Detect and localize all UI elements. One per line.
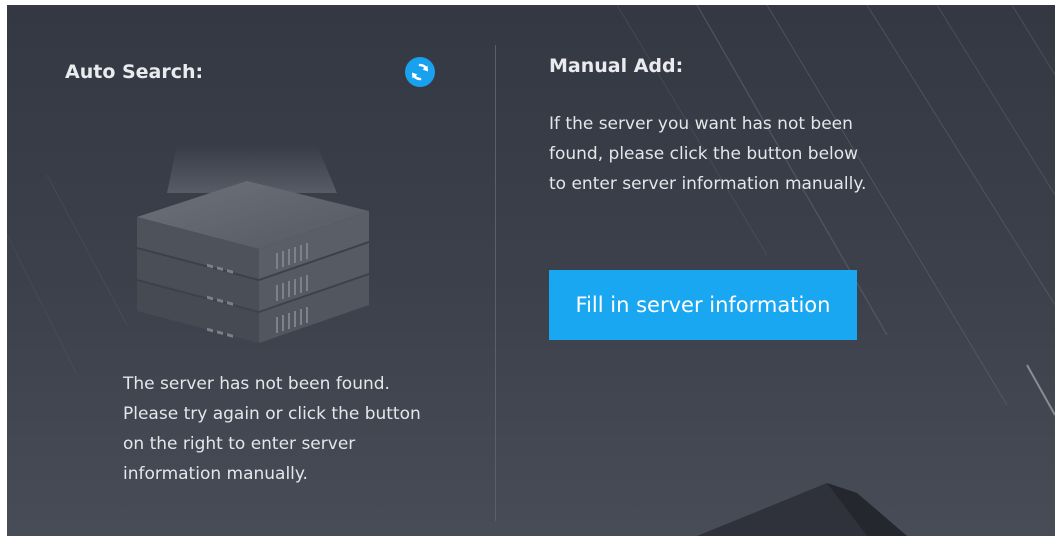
server-stack-icon bbox=[137, 145, 369, 343]
refresh-button[interactable] bbox=[405, 57, 435, 87]
server-search-dialog: Auto Search: The server has not been fou… bbox=[7, 5, 1055, 536]
auto-search-title: Auto Search: bbox=[65, 61, 204, 83]
fill-server-info-button[interactable]: Fill in server information bbox=[549, 270, 857, 340]
refresh-icon bbox=[412, 63, 428, 81]
server-not-found-message: The server has not been found. Please tr… bbox=[123, 374, 421, 484]
panel-divider bbox=[495, 45, 496, 521]
manual-add-title: Manual Add: bbox=[549, 55, 684, 77]
auto-search-panel: Auto Search: The server has not been fou… bbox=[7, 5, 495, 536]
manual-add-description: If the server you want has not been foun… bbox=[549, 114, 867, 194]
